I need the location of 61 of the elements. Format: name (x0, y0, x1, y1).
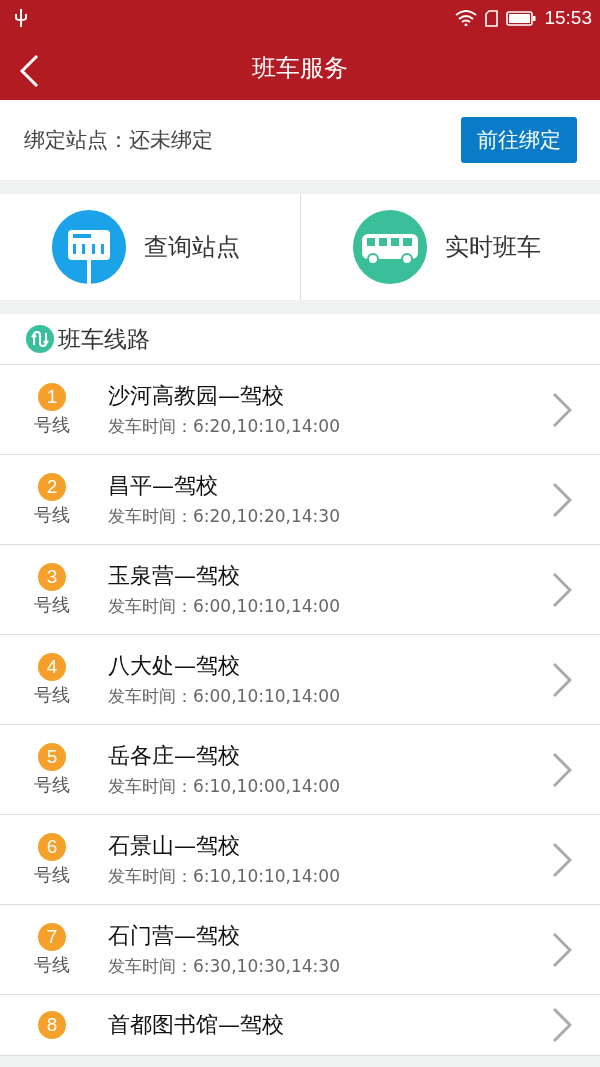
line-label: 号线 (34, 412, 70, 437)
line-label: 号线 (34, 862, 70, 887)
route-icon (26, 325, 54, 353)
binding-status: 绑定站点：还未绑定 (24, 127, 213, 154)
route-row[interactable]: 4 号线 八大处—驾校 发车时间：6:00,10:10,14:00 (0, 635, 600, 725)
route-row[interactable]: 3 号线 玉泉营—驾校 发车时间：6:00,10:10,14:00 (0, 545, 600, 635)
chevron-right-icon (552, 571, 572, 608)
line-label: 号线 (34, 772, 70, 797)
chevron-right-icon (552, 481, 572, 518)
line-label: 号线 (34, 952, 70, 977)
route-name: 沙河高教园—驾校 (108, 382, 285, 410)
line-label: 号线 (34, 592, 70, 617)
departure-times: 发车时间：6:20,10:20,14:30 (108, 505, 341, 528)
route-name: 石景山—驾校 (108, 832, 241, 860)
route-name: 岳各庄—驾校 (108, 742, 241, 770)
route-number: 7 (38, 922, 66, 951)
chevron-right-icon (552, 751, 572, 788)
shortcut-label[interactable]: 查询站点 (144, 231, 240, 263)
route-number: 4 (38, 652, 66, 681)
route-number: 3 (38, 562, 66, 591)
route-row[interactable]: 5 号线 岳各庄—驾校 发车时间：6:10,10:00,14:00 (0, 725, 600, 815)
chevron-right-icon (552, 391, 572, 428)
bind-button[interactable]: 前往绑定 (461, 117, 577, 163)
bus-icon (352, 210, 427, 284)
wifi-icon (455, 10, 478, 26)
departure-times: 发车时间：6:10,10:10,14:00 (108, 865, 341, 888)
route-number: 1 (38, 382, 66, 411)
route-row[interactable]: 6 号线 石景山—驾校 发车时间：6:10,10:10,14:00 (0, 815, 600, 905)
departure-times: 发车时间：6:00,10:10,14:00 (108, 685, 341, 708)
route-number: 8 (38, 1011, 66, 1039)
departure-times: 发车时间：6:10,10:00,14:00 (108, 775, 341, 798)
chevron-right-icon (552, 841, 572, 878)
route-row[interactable]: 8 首都图书馆—驾校 (0, 995, 600, 1056)
bus-stop-icon (52, 210, 126, 284)
route-name: 石门营—驾校 (108, 922, 241, 950)
route-name: 首都图书馆—驾校 (108, 1011, 285, 1039)
departure-times: 发车时间：6:20,10:10,14:00 (108, 415, 341, 438)
usb-icon (14, 9, 28, 27)
back-icon[interactable] (18, 54, 40, 88)
section-title: 班车线路 (58, 324, 150, 354)
route-name: 玉泉营—驾校 (108, 562, 241, 590)
route-row[interactable]: 7 号线 石门营—驾校 发车时间：6:30,10:30,14:30 (0, 905, 600, 995)
line-label: 号线 (34, 502, 70, 527)
departure-times: 发车时间：6:30,10:30,14:30 (108, 955, 341, 978)
route-row[interactable]: 2 号线 昌平—驾校 发车时间：6:20,10:20,14:30 (0, 455, 600, 545)
route-row[interactable]: 1 号线 沙河高教园—驾校 发车时间：6:20,10:10,14:00 (0, 365, 600, 455)
route-number: 6 (38, 832, 66, 861)
shortcut-label[interactable]: 实时班车 (444, 231, 541, 263)
battery-icon (506, 10, 537, 26)
page-title: 班车服务 (252, 53, 348, 84)
chevron-right-icon (552, 1007, 572, 1043)
departure-times: 发车时间：6:00,10:10,14:00 (108, 595, 341, 618)
route-number: 5 (38, 742, 66, 771)
chevron-right-icon (552, 661, 572, 698)
line-label: 号线 (34, 682, 70, 707)
sim-card-icon (485, 9, 499, 27)
route-name: 八大处—驾校 (108, 652, 241, 680)
chevron-right-icon (552, 931, 572, 968)
status-time: 15:53 (544, 7, 592, 29)
route-number: 2 (38, 472, 66, 501)
route-name: 昌平—驾校 (108, 472, 219, 500)
